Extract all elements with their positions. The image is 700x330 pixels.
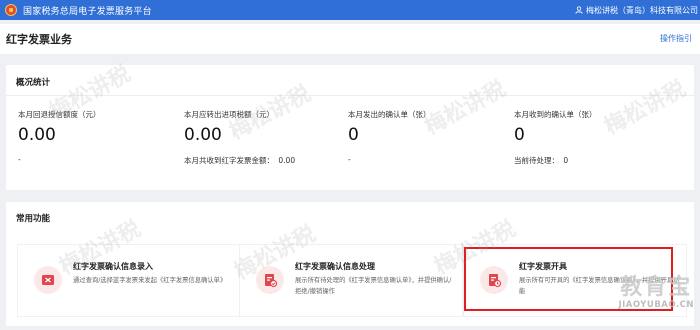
function-name: 红字发票确认信息录入 xyxy=(73,262,153,271)
platform-title: 国家税务总局电子发票服务平台 xyxy=(23,6,152,17)
tax-emblem-icon xyxy=(5,4,17,16)
red-invoice-process-icon xyxy=(256,266,284,294)
stat-sub: - xyxy=(348,155,351,164)
stat-sub: - xyxy=(18,155,21,164)
function-name: 红字发票开具 xyxy=(519,262,567,271)
stat-value: 0.00 xyxy=(184,125,222,145)
stat-value: 0.00 xyxy=(18,125,56,145)
function-name: 红字发票确认信息处理 xyxy=(295,262,375,271)
stat-credit-returned: 本月回退授信额度（元） 0.00 - xyxy=(18,109,178,164)
guide-link[interactable]: 操作指引 xyxy=(660,33,692,44)
stat-label: 本月应转出进项税额（元） xyxy=(184,110,274,119)
stat-sub-label: 当前待处理： xyxy=(514,156,559,165)
stat-sent-confirmations: 本月发出的确认单（张） 0 - xyxy=(348,109,508,164)
user-menu[interactable]: 梅松讲税（青岛）科技有限公司 xyxy=(575,0,698,20)
stat-label: 本月发出的确认单（张） xyxy=(348,110,431,119)
page-title: 红字发票业务 xyxy=(6,33,72,46)
stat-sub-label: 本月共收到红字发票金额： xyxy=(184,156,274,165)
overview-title: 概况统计 xyxy=(16,78,51,88)
page-header: 红字发票业务 操作指引 xyxy=(0,24,700,54)
stat-sub: 本月共收到红字发票金额： 0.00 xyxy=(184,155,295,166)
function-desc: 展示所有待处理的《红字发票信息确认单》，并提供确认/拒绝/撤销操作 xyxy=(295,277,452,295)
divider xyxy=(6,95,694,96)
overview-card: 概况统计 本月回退授信额度（元） 0.00 - 本月应转出进项税额（元） 0.0… xyxy=(6,65,694,190)
user-icon xyxy=(575,6,583,14)
user-name: 梅松讲税（青岛）科技有限公司 xyxy=(586,5,698,15)
stat-label: 本月回退授信额度（元） xyxy=(18,110,101,119)
stat-input-tax-out: 本月应转出进项税额（元） 0.00 本月共收到红字发票金额： 0.00 xyxy=(184,109,344,165)
functions-title: 常用功能 xyxy=(16,214,51,224)
red-invoice-issue-icon xyxy=(480,266,508,294)
stat-sub-value: 0 xyxy=(563,156,569,165)
function-card-issue[interactable]: 红字发票开具 展示所有可开具的《红字发票信息确认单》，并提供开具功能 xyxy=(464,245,686,316)
stat-value: 0 xyxy=(514,125,525,145)
top-bar: 国家税务总局电子发票服务平台 梅松讲税（青岛）科技有限公司 xyxy=(0,0,700,20)
function-card-process[interactable]: 红字发票确认信息处理 展示所有待处理的《红字发票信息确认单》，并提供确认/拒绝/… xyxy=(240,245,462,316)
function-card-entry[interactable]: 红字发票确认信息录入 通过查询/选择蓝字发票来发起《红字发票信息确认单》 xyxy=(18,245,240,316)
function-desc: 展示所有可开具的《红字发票信息确认单》，并提供开具功能 xyxy=(519,277,680,295)
stat-received-confirmations: 本月收到的确认单（张） 0 当前待处理： 0 xyxy=(514,109,674,165)
functions-card: 常用功能 红字发票确认信息录入 通过查询/选择蓝字发票来发起《红字发票信息确认单… xyxy=(6,202,694,326)
function-desc: 通过查询/选择蓝字发票来发起《红字发票信息确认单》 xyxy=(73,277,227,284)
red-invoice-entry-icon xyxy=(34,266,62,294)
stat-label: 本月收到的确认单（张） xyxy=(514,110,597,119)
stat-value: 0 xyxy=(348,125,359,145)
stat-sub-value: 0.00 xyxy=(278,156,296,165)
stat-sub: 当前待处理： 0 xyxy=(514,155,568,166)
